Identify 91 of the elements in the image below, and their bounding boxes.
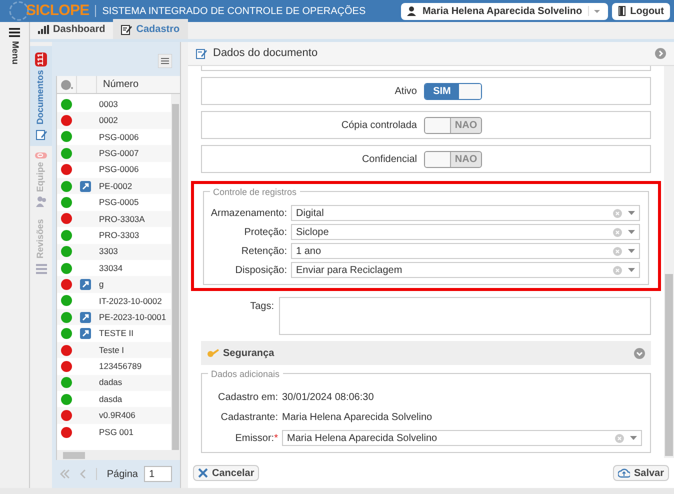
table-cell-text: PRO-3303A: [98, 212, 145, 226]
count-badge: 0: [35, 152, 47, 158]
clear-icon: [613, 266, 622, 274]
chevron-down-circle-icon: [634, 348, 645, 358]
field-value: 30/01/2024 08:06:30: [282, 391, 374, 405]
panel-title: Dados do documento: [213, 46, 319, 62]
table-cell-text: PSG-0006: [98, 130, 139, 144]
field-label: Cópia controlada: [340, 118, 418, 132]
caret-icon: [588, 6, 602, 16]
section-header[interactable]: Segurança: [201, 341, 651, 365]
table-cell-text: v0.9R406: [98, 409, 136, 422]
field-label: Tags:: [249, 300, 275, 314]
caret-icon: [628, 268, 635, 272]
table-cell-text: PSG 001: [98, 426, 134, 438]
required-mark: *: [274, 432, 278, 444]
select-field[interactable]: Siclope: [291, 224, 640, 240]
table-cell-text: 33034: [98, 262, 123, 274]
cancel-button[interactable]: Cancelar: [193, 465, 260, 481]
previous-page-icon[interactable]: [80, 469, 86, 479]
clear-icon: [615, 434, 624, 442]
page-label: Página: [106, 468, 138, 482]
save-button[interactable]: Salvar: [612, 465, 669, 481]
clear-icon: [613, 246, 622, 256]
select-field[interactable]: Maria Helena Aparecida Solvelino: [282, 430, 642, 446]
tab[interactable]: Cadastro: [113, 19, 188, 39]
logout-button[interactable]: Logout: [612, 2, 670, 20]
user-icon: [407, 6, 416, 16]
field-label: Ativo: [394, 84, 418, 98]
field-label: Armazenamento:: [210, 206, 288, 220]
clear-icon: [613, 228, 622, 236]
field-value: Maria Helena Aparecida Solvelino: [282, 411, 432, 425]
table-cell-text: 3303: [98, 245, 118, 258]
chevron-right-circle-icon[interactable]: [655, 48, 666, 59]
table-cell-text: PE-0002: [98, 180, 132, 193]
side-tab[interactable]: 111 Documentos: [30, 46, 52, 146]
toggle-switch[interactable]: SIM: [424, 82, 482, 100]
menu-label[interactable]: Menu: [8, 41, 22, 64]
table-cell-text: PSG-0005: [98, 196, 139, 209]
field-label: Cadastrante:: [220, 411, 279, 425]
table-cell-text: PRO-3303: [98, 228, 140, 242]
edit-form-icon: [121, 24, 132, 34]
page-input[interactable]: 1: [144, 466, 172, 482]
table-cell-text: g: [98, 278, 104, 291]
user-menu-button[interactable]: Maria Helena Aparecida Solvelino: [401, 2, 608, 20]
key-icon: [207, 348, 219, 358]
status-sphere-icon: [60, 80, 72, 90]
table-cell-text: Teste I: [98, 344, 124, 356]
first-page-icon[interactable]: [60, 469, 70, 479]
edit-form-icon: [196, 48, 207, 59]
field-label: Confidencial: [360, 152, 418, 166]
clear-icon: [613, 208, 622, 218]
field-label: Emissor:: [235, 432, 274, 444]
select-field[interactable]: Digital: [291, 205, 640, 221]
cloud-upload-icon: [618, 468, 630, 478]
fieldset-legend: Controle de registros: [210, 186, 300, 200]
caret-icon: [628, 230, 635, 234]
menu-icon[interactable]: [9, 28, 20, 37]
tags-field[interactable]: [279, 297, 651, 335]
bar-chart-icon: [38, 24, 49, 34]
edit-form-icon: [36, 128, 46, 140]
field-label: Proteção:: [243, 226, 288, 240]
caret-icon: [628, 249, 635, 253]
users-icon: [36, 196, 46, 208]
select-field[interactable]: Enviar para Reciclagem: [291, 262, 640, 278]
close-icon: [198, 468, 208, 478]
scrollbar-thumb[interactable]: [172, 104, 179, 450]
table-cell-text: PSG-0006: [98, 163, 139, 176]
logo-text: SICLOPE: [26, 0, 90, 21]
table-cell-text: dasda: [98, 392, 122, 406]
table-cell-text: dadas: [98, 376, 122, 390]
select-field[interactable]: 1 ano: [291, 243, 640, 259]
table-cell-text: 0003: [98, 98, 118, 111]
tab[interactable]: Dashboard: [30, 19, 114, 39]
table-cell-text: 0002: [98, 114, 118, 127]
caret-icon: [630, 436, 637, 440]
app-subtitle: SISTEMA INTEGRADO DE CONTROLE DE OPERAÇÕES: [102, 4, 366, 18]
table-cell-text: IT-2023-10-0002: [98, 294, 162, 308]
table-cell-text: TESTE II: [98, 327, 134, 340]
table-cell-text: PE-2023-10-0001: [98, 310, 166, 324]
splitter[interactable]: [180, 42, 188, 488]
scrollbar-thumb[interactable]: [63, 452, 85, 458]
field-label: Cadastro em:: [216, 391, 279, 405]
count-badge: 111: [35, 52, 47, 66]
field-label: Retenção:: [240, 244, 288, 258]
caret-icon: [628, 211, 635, 215]
list-icon: [36, 262, 46, 274]
scrollbar-thumb[interactable]: [665, 274, 673, 456]
table-cell-text: 123456789: [98, 360, 142, 373]
field-label: Disposição:: [234, 264, 288, 278]
table-cell-text: PSG-0007: [98, 146, 139, 160]
door-icon: [618, 6, 626, 16]
